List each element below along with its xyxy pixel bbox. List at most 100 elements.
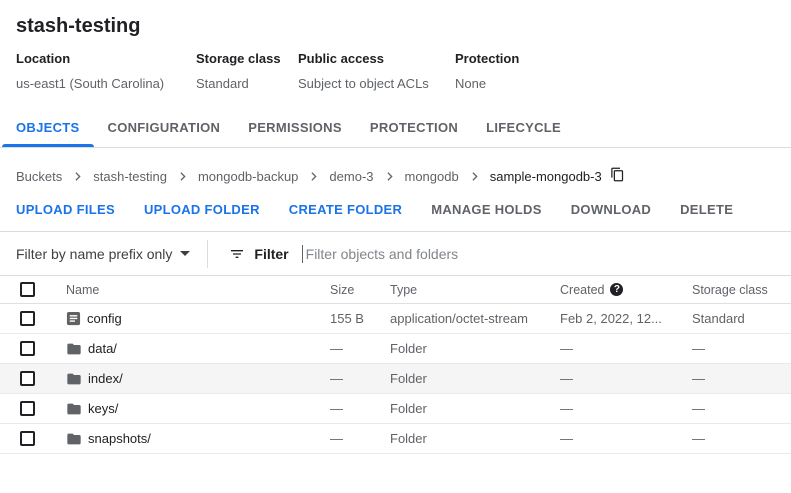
type-cell: application/octet-stream <box>390 311 560 326</box>
select-all-checkbox[interactable] <box>20 282 35 297</box>
meta-value: us-east1 (South Carolina) <box>16 76 196 92</box>
tab-configuration[interactable]: CONFIGURATION <box>94 111 235 147</box>
checkbox-cell <box>0 371 66 386</box>
folder-icon <box>66 401 82 417</box>
meta-location: Location us-east1 (South Carolina) <box>16 51 196 92</box>
checkbox-cell <box>0 341 66 356</box>
breadcrumb-item-mongodb-backup[interactable]: mongodb-backup <box>198 169 298 184</box>
created-cell: Feb 2, 2022, 12... <box>560 311 692 326</box>
meta-value: Standard <box>196 76 298 92</box>
chevron-right-icon <box>383 170 396 183</box>
meta-label: Location <box>16 51 196 67</box>
column-header-storage-class: Storage class <box>692 283 791 297</box>
filter-scope-dropdown[interactable]: Filter by name prefix only <box>16 246 190 262</box>
folder-icon <box>66 371 82 387</box>
breadcrumb-item-buckets[interactable]: Buckets <box>16 169 62 184</box>
created-cell: — <box>560 341 692 356</box>
meta-storage-class: Storage class Standard <box>196 51 298 92</box>
created-cell: — <box>560 431 692 446</box>
meta-protection: Protection None <box>455 51 519 92</box>
table-row: snapshots/ — Folder — — <box>0 424 791 454</box>
checkbox-cell <box>0 401 66 416</box>
folder-icon <box>66 431 82 447</box>
filter-scope-label: Filter by name prefix only <box>16 246 172 262</box>
storage-class-cell: — <box>692 341 791 356</box>
breadcrumb-item-mongodb[interactable]: mongodb <box>405 169 459 184</box>
breadcrumb-item-current: sample-mongodb-3 <box>490 169 602 184</box>
header-checkbox-cell <box>0 282 66 297</box>
gcs-bucket-details-page: stash-testing Location us-east1 (South C… <box>0 0 791 493</box>
created-cell: — <box>560 401 692 416</box>
copy-icon <box>610 167 625 185</box>
created-cell: — <box>560 371 692 386</box>
size-cell: — <box>330 341 390 356</box>
chevron-right-icon <box>176 170 189 183</box>
storage-class-cell: — <box>692 431 791 446</box>
manage-holds-button[interactable]: MANAGE HOLDS <box>431 202 542 217</box>
object-link[interactable]: config <box>87 311 122 326</box>
breadcrumb: Buckets stash-testing mongodb-backup dem… <box>0 165 791 187</box>
size-cell: — <box>330 431 390 446</box>
filter-objects-input[interactable] <box>303 246 775 262</box>
page-title: stash-testing <box>16 14 775 38</box>
tab-protection[interactable]: PROTECTION <box>356 111 472 147</box>
column-header-name: Name <box>66 283 330 297</box>
folder-link[interactable]: data/ <box>88 341 117 356</box>
chevron-right-icon <box>468 170 481 183</box>
upload-files-button[interactable]: UPLOAD FILES <box>16 202 115 217</box>
bucket-meta: Location us-east1 (South Carolina) Stora… <box>16 51 775 92</box>
table-row: index/ — Folder — — <box>0 364 791 394</box>
row-checkbox[interactable] <box>20 431 35 446</box>
size-cell: 155 B <box>330 311 390 326</box>
filter-label: Filter <box>254 246 288 262</box>
breadcrumb-item-stash-testing[interactable]: stash-testing <box>93 169 167 184</box>
type-cell: Folder <box>390 371 560 386</box>
column-header-created: Created ? <box>560 283 692 297</box>
help-icon[interactable]: ? <box>610 283 623 296</box>
row-checkbox[interactable] <box>20 311 35 326</box>
storage-class-cell: — <box>692 401 791 416</box>
name-cell: config <box>66 311 330 326</box>
name-cell: index/ <box>66 371 330 387</box>
filter-input-wrap <box>302 245 775 263</box>
folder-link[interactable]: keys/ <box>88 401 118 416</box>
tab-objects[interactable]: OBJECTS <box>2 111 94 147</box>
table-row: data/ — Folder — — <box>0 334 791 364</box>
meta-label: Storage class <box>196 51 298 67</box>
size-cell: — <box>330 371 390 386</box>
row-checkbox[interactable] <box>20 341 35 356</box>
row-checkbox[interactable] <box>20 401 35 416</box>
bucket-tabs: OBJECTS CONFIGURATION PERMISSIONS PROTEC… <box>0 111 791 148</box>
storage-class-cell: Standard <box>692 311 791 326</box>
chevron-right-icon <box>71 170 84 183</box>
download-button[interactable]: DOWNLOAD <box>571 202 651 217</box>
create-folder-button[interactable]: CREATE FOLDER <box>289 202 402 217</box>
breadcrumb-item-demo-3[interactable]: demo-3 <box>329 169 373 184</box>
folder-link[interactable]: snapshots/ <box>88 431 151 446</box>
table-row: keys/ — Folder — — <box>0 394 791 424</box>
type-cell: Folder <box>390 401 560 416</box>
filter-bar: Filter by name prefix only Filter <box>0 232 791 276</box>
copy-path-button[interactable] <box>610 167 625 185</box>
meta-label: Public access <box>298 51 455 67</box>
objects-toolbar: UPLOAD FILES UPLOAD FOLDER CREATE FOLDER… <box>0 202 791 232</box>
table-row: config 155 B application/octet-stream Fe… <box>0 304 791 334</box>
size-cell: — <box>330 401 390 416</box>
storage-class-cell: — <box>692 371 791 386</box>
tab-permissions[interactable]: PERMISSIONS <box>234 111 356 147</box>
objects-table-header: Name Size Type Created ? Storage class <box>0 276 791 304</box>
delete-button[interactable]: DELETE <box>680 202 733 217</box>
divider <box>207 240 208 268</box>
type-cell: Folder <box>390 431 560 446</box>
name-cell: snapshots/ <box>66 431 330 447</box>
upload-folder-button[interactable]: UPLOAD FOLDER <box>144 202 260 217</box>
meta-public-access: Public access Subject to object ACLs <box>298 51 455 92</box>
row-checkbox[interactable] <box>20 371 35 386</box>
name-cell: keys/ <box>66 401 330 417</box>
checkbox-cell <box>0 311 66 326</box>
meta-value: Subject to object ACLs <box>298 76 455 92</box>
tab-lifecycle[interactable]: LIFECYCLE <box>472 111 575 147</box>
checkbox-cell <box>0 431 66 446</box>
name-cell: data/ <box>66 341 330 357</box>
folder-link[interactable]: index/ <box>88 371 123 386</box>
